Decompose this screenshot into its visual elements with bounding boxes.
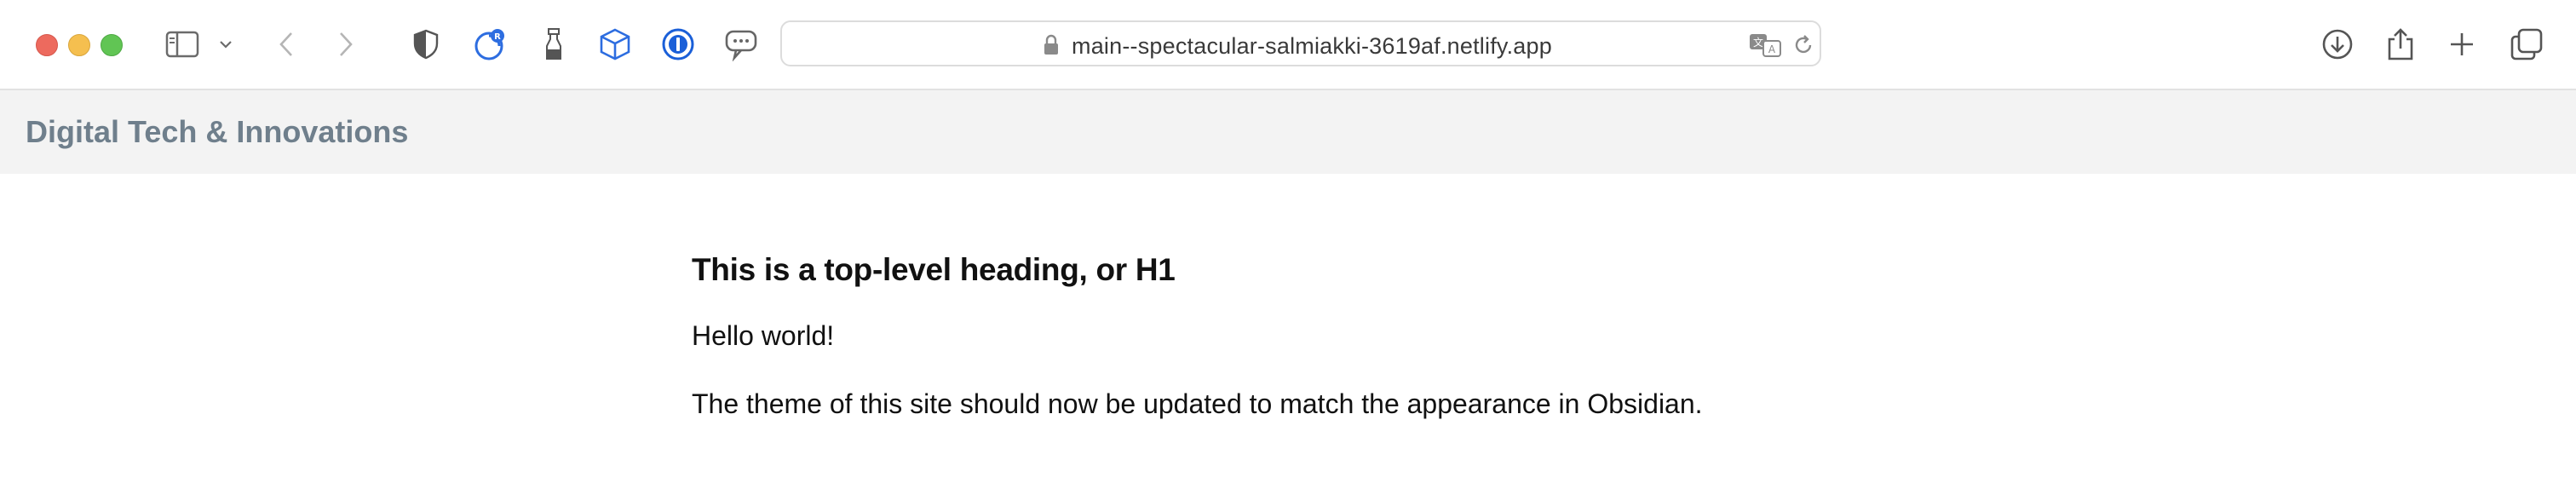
svg-text:A: A	[1768, 43, 1776, 55]
download-icon[interactable]	[2320, 27, 2355, 61]
paragraph: The theme of this site should now be upd…	[692, 388, 1703, 419]
paragraph: Hello world!	[692, 320, 835, 351]
reload-icon[interactable]	[1792, 34, 1814, 60]
main-content: This is a top-level heading, or H1 Hello…	[692, 252, 1969, 419]
url-text: main--spectacular-salmiakki-3619af.netli…	[1072, 33, 1552, 59]
onepassword-icon[interactable]	[661, 27, 695, 61]
translate-icon[interactable]: 文A	[1748, 32, 1782, 62]
site-title[interactable]: Digital Tech & Innovations	[26, 114, 408, 150]
back-icon[interactable]	[269, 27, 303, 61]
forward-icon[interactable]	[329, 27, 363, 61]
chat-icon[interactable]	[724, 27, 758, 61]
bottle-icon[interactable]	[537, 27, 571, 61]
page-heading: This is a top-level heading, or H1	[692, 252, 1176, 287]
browser-toolbar: R main--spectacular-salmiakki-3619af.net…	[0, 0, 2576, 90]
new-tab-icon[interactable]	[2445, 27, 2479, 61]
minimize-window-button[interactable]	[68, 34, 90, 56]
tabs-overview-icon[interactable]	[2510, 27, 2544, 61]
chevron-down-icon[interactable]	[213, 27, 239, 61]
address-bar[interactable]: main--spectacular-salmiakki-3619af.netli…	[780, 20, 1821, 66]
svg-text:文: 文	[1753, 36, 1763, 49]
cube-icon[interactable]	[598, 27, 632, 61]
zoom-window-button[interactable]	[101, 34, 123, 56]
lock-icon	[1043, 34, 1060, 60]
extension-badge-icon[interactable]: R	[474, 27, 508, 61]
share-icon[interactable]	[2383, 27, 2418, 61]
shield-icon[interactable]	[409, 27, 443, 61]
svg-text:R: R	[494, 32, 501, 42]
close-window-button[interactable]	[36, 34, 58, 56]
site-header: Digital Tech & Innovations	[0, 90, 2576, 174]
sidebar-icon[interactable]	[165, 27, 199, 61]
